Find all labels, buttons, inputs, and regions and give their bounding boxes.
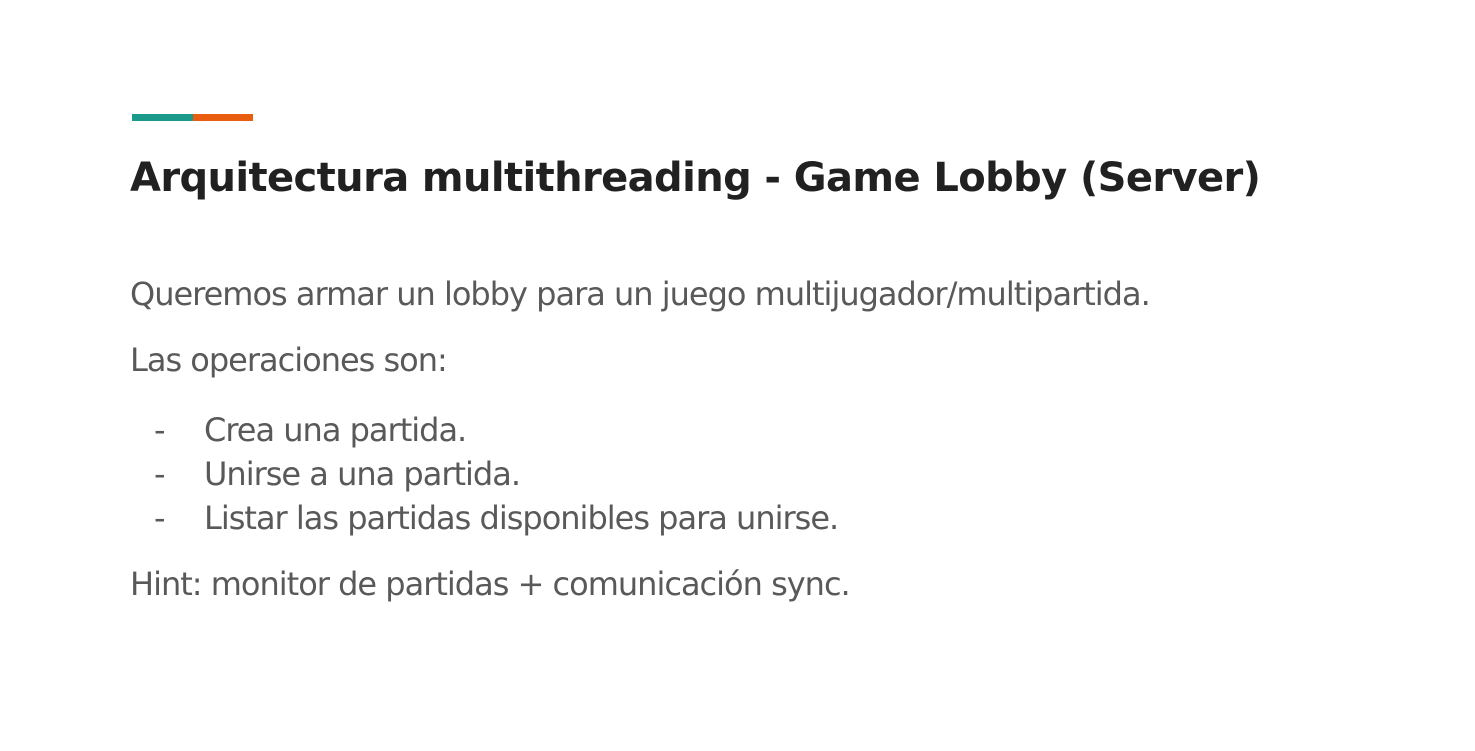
operations-list: - Crea una partida. - Unirse a una parti… — [130, 408, 1380, 540]
list-item: - Crea una partida. — [130, 408, 1380, 452]
list-item: - Unirse a una partida. — [130, 452, 1380, 496]
slide: Arquitectura multithreading - Game Lobby… — [0, 0, 1475, 751]
hint-paragraph: Hint: monitor de partidas + comunicación… — [130, 565, 851, 603]
list-item-text: Crea una partida. — [204, 411, 467, 449]
operations-heading: Las operaciones son: — [130, 341, 448, 379]
accent-bar-orange-segment — [192, 114, 253, 121]
list-item: - Listar las partidas disponibles para u… — [130, 496, 1380, 540]
bullet-dash: - — [154, 455, 166, 493]
bullet-dash: - — [154, 499, 166, 537]
bullet-dash: - — [154, 411, 166, 449]
list-item-text: Unirse a una partida. — [204, 455, 521, 493]
accent-bar-teal-segment — [132, 114, 193, 121]
intro-paragraph: Queremos armar un lobby para un juego mu… — [130, 275, 1151, 313]
title-accent-bar — [132, 114, 253, 121]
slide-title: Arquitectura multithreading - Game Lobby… — [130, 155, 1261, 201]
list-item-text: Listar las partidas disponibles para uni… — [204, 499, 839, 537]
